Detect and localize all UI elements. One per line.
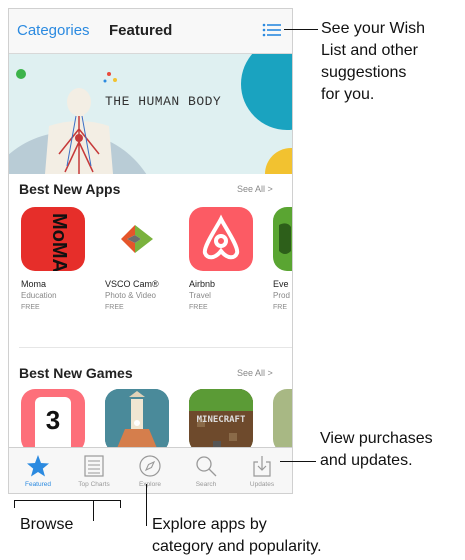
app-name: Eve bbox=[273, 279, 289, 289]
best-new-games-heading: Best New Games bbox=[19, 365, 133, 381]
best-new-apps-heading: Best New Apps bbox=[19, 181, 121, 197]
app-category: Photo & Video bbox=[105, 291, 157, 300]
browse-bracket-left bbox=[14, 500, 15, 508]
banner-artwork bbox=[9, 54, 292, 174]
see-all-games-link[interactable]: See All > bbox=[237, 368, 273, 378]
app-category: Travel bbox=[189, 291, 211, 300]
evernote-icon bbox=[273, 207, 292, 271]
see-all-apps-link[interactable]: See All > bbox=[237, 184, 273, 194]
app-name: Airbnb bbox=[189, 279, 216, 289]
tab-label: Top Charts bbox=[78, 481, 110, 488]
page-title: Featured bbox=[109, 22, 173, 39]
app-category: Prod bbox=[273, 291, 290, 300]
updates-callout: View purchases and updates. bbox=[320, 428, 433, 472]
callout-line: See your Wish bbox=[321, 20, 426, 37]
navigation-bar: Categories Featured bbox=[9, 9, 292, 54]
tab-label: Updates bbox=[249, 481, 275, 488]
browse-bracket-top bbox=[14, 500, 120, 501]
callout-line: and updates. bbox=[320, 452, 413, 469]
app-name: Moma bbox=[21, 279, 47, 289]
banner-title: THE HUMAN BODY bbox=[105, 94, 222, 109]
callout-line: View purchases bbox=[320, 430, 433, 447]
callout-line: category and popularity. bbox=[152, 538, 322, 555]
magnifier-icon bbox=[196, 456, 217, 477]
airbnb-icon bbox=[189, 207, 253, 271]
browse-callout: Browse bbox=[20, 516, 74, 533]
app-store-screen: Categories Featured THE HUMAN BODY Best … bbox=[8, 8, 293, 494]
list-icon bbox=[84, 455, 104, 477]
app-category: Education bbox=[21, 291, 57, 300]
download-icon bbox=[253, 456, 271, 477]
wishlist-callout: See your Wish List and other suggestions… bbox=[321, 18, 425, 106]
section-divider bbox=[19, 347, 292, 348]
compass-icon bbox=[139, 455, 161, 477]
callout-line: for you. bbox=[321, 86, 375, 103]
app-airbnb[interactable]: Airbnb Travel FREE bbox=[189, 207, 259, 311]
browse-leader-line bbox=[93, 501, 94, 521]
monument-valley-icon bbox=[105, 389, 169, 453]
game-threes[interactable]: 3 bbox=[21, 389, 91, 453]
app-moma[interactable]: MoMA Moma Education FREE bbox=[21, 207, 91, 311]
wishlist-leader-line bbox=[284, 29, 318, 30]
app-price: FREE bbox=[21, 304, 40, 311]
star-icon bbox=[27, 455, 49, 477]
callout-line: suggestions bbox=[321, 64, 407, 81]
game-minecraft[interactable]: MINECRAFT bbox=[189, 389, 259, 453]
tab-top-charts[interactable]: Top Charts bbox=[66, 448, 122, 493]
app-name: VSCO Cam® bbox=[105, 279, 159, 289]
tab-featured[interactable]: Featured bbox=[10, 448, 66, 493]
updates-leader-line bbox=[280, 461, 316, 462]
explore-callout: Explore apps by category and popularity. bbox=[152, 514, 322, 558]
categories-button[interactable]: Categories bbox=[17, 22, 90, 39]
game-icon bbox=[273, 389, 292, 453]
browse-bracket-right bbox=[120, 500, 121, 508]
vsco-icon bbox=[105, 207, 169, 271]
game-monument-valley[interactable] bbox=[105, 389, 175, 453]
app-evernote[interactable]: Eve Prod FRE bbox=[273, 207, 292, 311]
game-partial[interactable] bbox=[273, 389, 292, 453]
tab-bar: Featured Top Charts Explore Search Updat… bbox=[9, 447, 292, 493]
app-price: FREE bbox=[189, 304, 208, 311]
tab-label: Explore bbox=[138, 481, 162, 488]
callout-line: Explore apps by bbox=[152, 516, 267, 533]
wish-list-icon[interactable] bbox=[262, 22, 282, 38]
moma-icon: MoMA bbox=[21, 207, 85, 271]
tab-search[interactable]: Search bbox=[178, 448, 234, 493]
featured-banner[interactable]: THE HUMAN BODY bbox=[9, 54, 292, 174]
threes-icon: 3 bbox=[21, 389, 85, 453]
app-price: FREE bbox=[105, 304, 124, 311]
tab-explore[interactable]: Explore bbox=[122, 448, 178, 493]
minecraft-logo-text: MINECRAFT bbox=[197, 415, 246, 425]
explore-leader-line bbox=[146, 484, 147, 526]
tab-label: Featured bbox=[24, 481, 52, 488]
callout-line: List and other bbox=[321, 42, 418, 59]
minecraft-icon: MINECRAFT bbox=[189, 389, 253, 453]
tab-updates[interactable]: Updates bbox=[234, 448, 290, 493]
svg-text:MoMA: MoMA bbox=[48, 213, 70, 271]
tab-label: Search bbox=[195, 481, 217, 488]
app-vsco[interactable]: VSCO Cam® Photo & Video FREE bbox=[105, 207, 175, 311]
app-price: FRE bbox=[273, 304, 287, 311]
threes-digit: 3 bbox=[45, 405, 61, 435]
